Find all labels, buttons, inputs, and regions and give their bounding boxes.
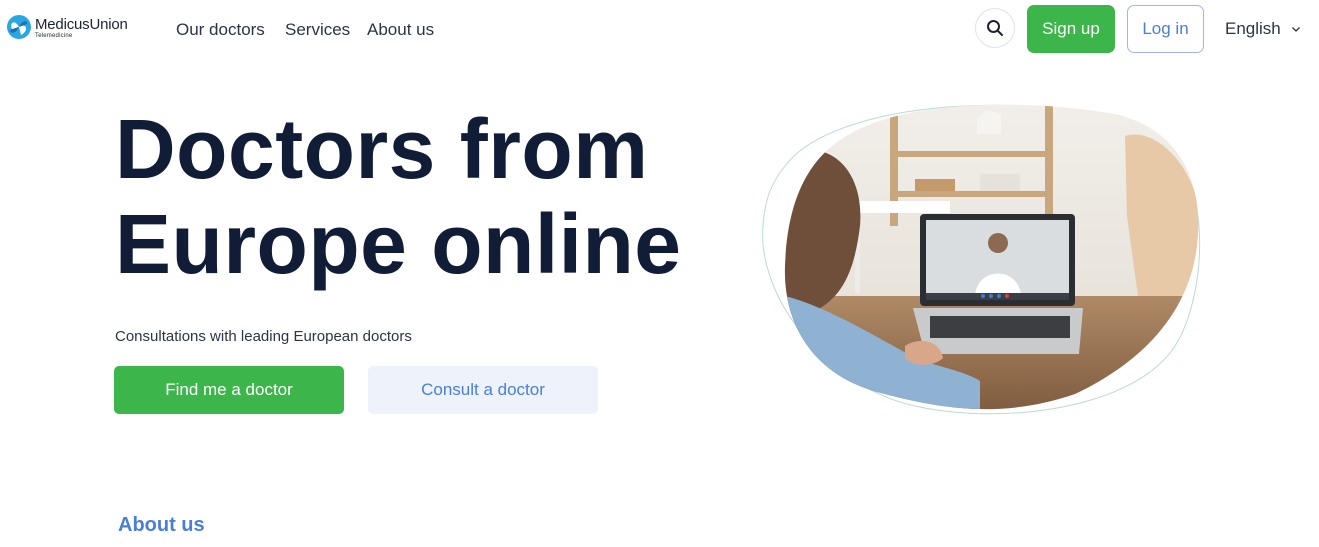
nav-about-us[interactable]: About us [367, 20, 434, 40]
nav-services[interactable]: Services [285, 20, 350, 40]
hero-subtitle: Consultations with leading European doct… [115, 328, 412, 345]
hero-title-line-1: Doctors from [115, 102, 649, 196]
search-button[interactable] [975, 8, 1015, 48]
hero-title: Doctors from Europe online [115, 102, 735, 292]
find-doctor-button[interactable]: Find me a doctor [114, 366, 344, 414]
medicus-union-logo-icon [7, 15, 31, 39]
nav-our-doctors[interactable]: Our doctors [176, 20, 265, 40]
hero-title-line-2: Europe online [115, 197, 682, 291]
consult-doctor-button[interactable]: Consult a doctor [368, 366, 598, 414]
about-us-heading: About us [118, 514, 205, 536]
logo-tagline: Telemedicine [35, 33, 73, 39]
language-label: English [1225, 19, 1281, 38]
search-icon [987, 20, 1003, 36]
signup-button[interactable]: Sign up [1027, 5, 1115, 53]
hero-telemedicine-image [762, 104, 1201, 415]
site-logo[interactable]: MedicusUnion Telemedicine [6, 14, 128, 40]
chevron-down-icon [1291, 27, 1300, 32]
login-button[interactable]: Log in [1127, 5, 1204, 53]
language-selector[interactable]: English [1225, 19, 1301, 39]
logo-name: MedicusUnion [35, 16, 128, 33]
